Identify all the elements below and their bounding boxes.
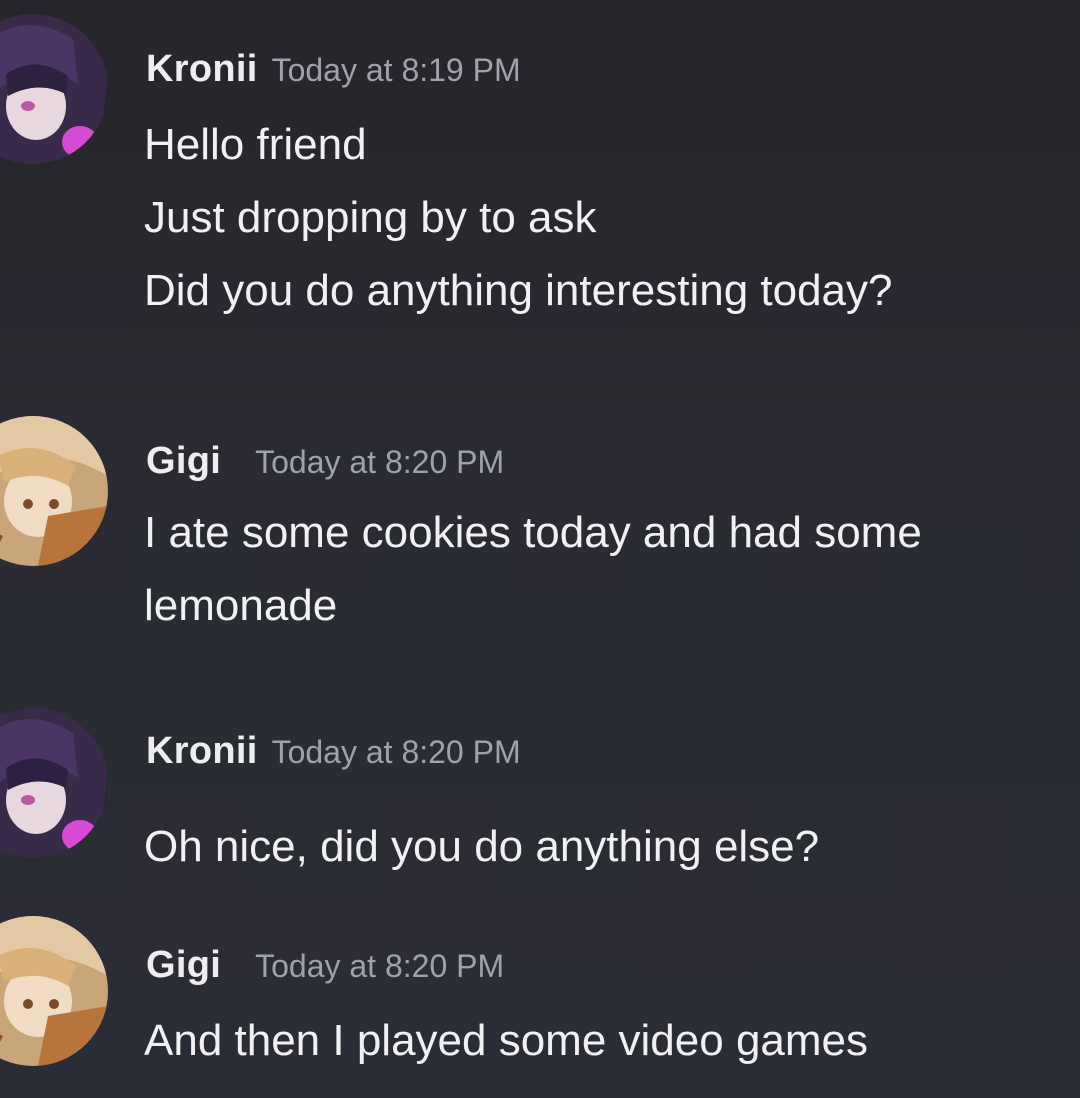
username[interactable]: Gigi	[146, 944, 221, 986]
kronii-avatar-icon[interactable]	[0, 708, 108, 858]
timestamp: Today at 8:20 PM	[255, 948, 505, 984]
message-text: Just dropping by to ask	[144, 193, 597, 242]
kronii-avatar-icon[interactable]	[0, 14, 108, 164]
message-text: Did you do anything interesting today?	[144, 266, 893, 315]
message-text: Oh nice, did you do anything else?	[144, 822, 820, 871]
gigi-avatar-icon[interactable]	[0, 416, 108, 566]
timestamp: Today at 8:19 PM	[271, 52, 521, 88]
timestamp: Today at 8:20 PM	[271, 734, 521, 770]
message-text: Hello friend	[144, 120, 367, 169]
timestamp: Today at 8:20 PM	[255, 444, 505, 480]
username[interactable]: Gigi	[146, 440, 221, 482]
username[interactable]: Kronii	[146, 48, 258, 90]
message-text: I ate some cookies today and had some	[144, 508, 922, 557]
message-text: lemonade	[144, 581, 338, 630]
username[interactable]: Kronii	[146, 730, 258, 772]
gigi-avatar-icon[interactable]	[0, 916, 108, 1066]
chat-log: Kronii Today at 8:19 PM Hello friend Just…	[0, 0, 1080, 1098]
message-text: And then I played some video games	[144, 1016, 869, 1065]
